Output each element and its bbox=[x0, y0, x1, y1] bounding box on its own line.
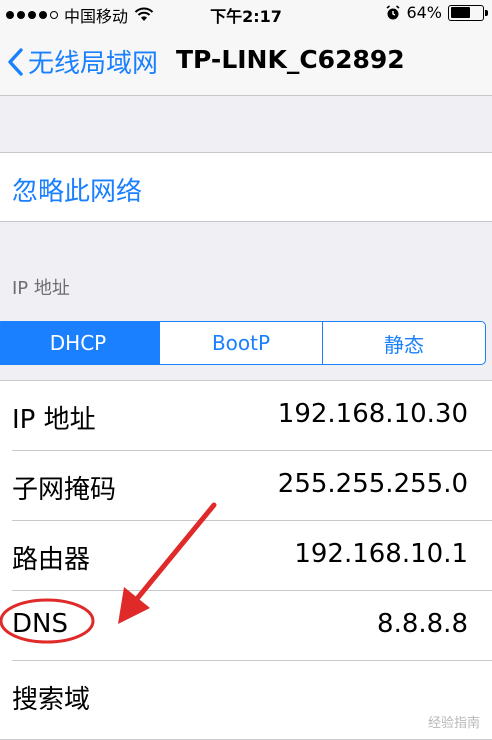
row-value: 8.8.8.8 bbox=[377, 609, 468, 639]
status-right: 64% bbox=[386, 3, 488, 22]
segment-static[interactable]: 静态 bbox=[322, 322, 485, 364]
row-router[interactable]: 路由器 192.168.10.1 bbox=[0, 521, 492, 591]
chevron-left-icon bbox=[8, 47, 23, 76]
row-ip-address[interactable]: IP 地址 192.168.10.30 bbox=[0, 381, 492, 451]
row-value: 192.168.10.1 bbox=[294, 539, 468, 569]
battery-percent: 64% bbox=[406, 3, 442, 22]
row-label: 搜索域 bbox=[12, 685, 91, 715]
back-button[interactable]: 无线局域网 bbox=[6, 43, 158, 80]
row-subnet-mask[interactable]: 子网掩码 255.255.255.0 bbox=[0, 451, 492, 521]
alarm-icon bbox=[386, 4, 400, 19]
row-value: 255.255.255.0 bbox=[277, 469, 468, 499]
status-bar: 中国移动 下午2:17 64% bbox=[0, 0, 492, 28]
ip-details-list: IP 地址 192.168.10.30 子网掩码 255.255.255.0 路… bbox=[0, 380, 492, 740]
row-label: 子网掩码 bbox=[12, 475, 117, 505]
row-label: 路由器 bbox=[12, 545, 91, 575]
battery-icon bbox=[448, 4, 488, 21]
annotation-circle bbox=[0, 598, 95, 644]
row-search-domain[interactable]: 搜索域 bbox=[0, 661, 492, 731]
ip-section-header: IP 地址 bbox=[12, 278, 70, 299]
watermark: 经验指南 bbox=[427, 716, 480, 731]
row-label: IP 地址 bbox=[12, 405, 96, 435]
page-title: TP-LINK_C62892 bbox=[176, 45, 405, 74]
forget-network-cell[interactable]: 忽略此网络 bbox=[0, 152, 492, 222]
navigation-bar: 无线局域网 TP-LINK_C62892 bbox=[0, 28, 492, 96]
row-value: 192.168.10.30 bbox=[277, 399, 468, 429]
forget-network-button[interactable]: 忽略此网络 bbox=[12, 171, 142, 208]
segment-bootp[interactable]: BootP bbox=[159, 322, 322, 364]
back-label: 无线局域网 bbox=[28, 49, 159, 79]
segment-dhcp[interactable]: DHCP bbox=[0, 322, 159, 364]
battery-fill bbox=[450, 7, 471, 18]
ip-mode-segmented-control[interactable]: DHCP BootP 静态 bbox=[0, 321, 486, 365]
